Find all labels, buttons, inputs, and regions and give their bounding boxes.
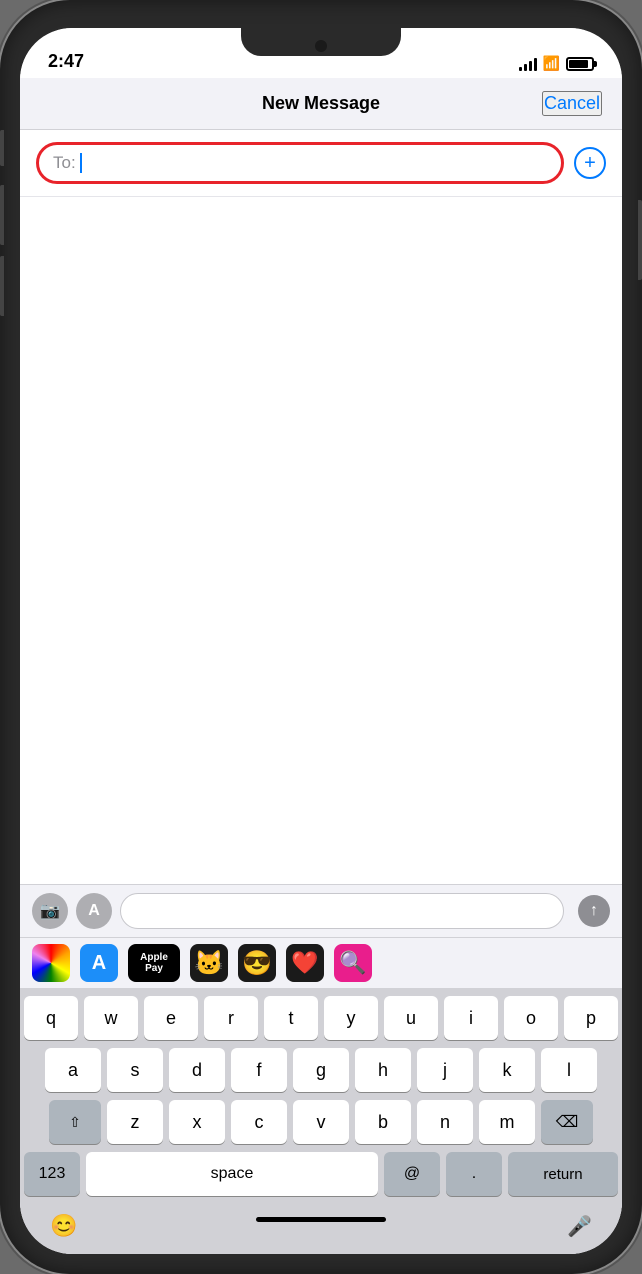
key-i[interactable]: i bbox=[444, 996, 498, 1040]
phone-screen: 2:47 📶 New Message Cancel T bbox=[20, 28, 622, 1254]
memoji2-app-icon[interactable]: 😎 bbox=[238, 944, 276, 982]
space-key[interactable]: space bbox=[86, 1152, 378, 1196]
key-x[interactable]: x bbox=[169, 1100, 225, 1144]
key-row-1: q w e r t y u i o p bbox=[24, 996, 618, 1040]
shift-key[interactable]: ⇧ bbox=[49, 1100, 101, 1144]
bottom-bar: 😊 🎤 bbox=[20, 1208, 622, 1254]
notch bbox=[241, 28, 401, 56]
key-j[interactable]: j bbox=[417, 1048, 473, 1092]
volume-up-button[interactable] bbox=[0, 185, 4, 245]
toolbar-top: 📷 A ↑ bbox=[20, 885, 622, 937]
phone-frame: 2:47 📶 New Message Cancel T bbox=[0, 0, 642, 1274]
nav-title: New Message bbox=[262, 93, 380, 114]
send-icon: ↑ bbox=[590, 902, 598, 920]
to-field-container: To: + bbox=[20, 130, 622, 197]
appstore-icon: A bbox=[88, 902, 100, 920]
key-r[interactable]: r bbox=[204, 996, 258, 1040]
key-row-2: a s d f g h j k l bbox=[24, 1048, 618, 1092]
emoji-button[interactable]: 😊 bbox=[50, 1213, 77, 1239]
keyboard: q w e r t y u i o p a s d f g bbox=[20, 988, 622, 1208]
cancel-button[interactable]: Cancel bbox=[542, 91, 602, 116]
to-input-wrapper[interactable]: To: bbox=[36, 142, 564, 184]
key-c[interactable]: c bbox=[231, 1100, 287, 1144]
key-b[interactable]: b bbox=[355, 1100, 411, 1144]
nav-bar: New Message Cancel bbox=[20, 78, 622, 130]
key-n[interactable]: n bbox=[417, 1100, 473, 1144]
appstore-app-icon[interactable]: A bbox=[80, 944, 118, 982]
volume-down-button[interactable] bbox=[0, 256, 4, 316]
return-key[interactable]: return bbox=[508, 1152, 618, 1196]
wifi-icon: 📶 bbox=[543, 55, 560, 72]
key-v[interactable]: v bbox=[293, 1100, 349, 1144]
battery-icon bbox=[566, 57, 594, 71]
plus-icon: + bbox=[584, 152, 596, 175]
key-e[interactable]: e bbox=[144, 996, 198, 1040]
mute-button[interactable] bbox=[0, 130, 4, 166]
applepay-label: Apple Pay bbox=[132, 952, 176, 974]
mic-button[interactable]: 🎤 bbox=[567, 1214, 592, 1239]
home-indicator[interactable] bbox=[256, 1217, 386, 1222]
status-time: 2:47 bbox=[48, 51, 84, 72]
memoji1-app-icon[interactable]: 🐱 bbox=[190, 944, 228, 982]
send-button[interactable]: ↑ bbox=[578, 895, 610, 927]
key-k[interactable]: k bbox=[479, 1048, 535, 1092]
add-contact-button[interactable]: + bbox=[574, 147, 606, 179]
key-g[interactable]: g bbox=[293, 1048, 349, 1092]
hearts-app-icon[interactable]: ❤️ bbox=[286, 944, 324, 982]
key-h[interactable]: h bbox=[355, 1048, 411, 1092]
camera-button[interactable]: 📷 bbox=[32, 893, 68, 929]
message-input[interactable] bbox=[120, 893, 564, 929]
power-button[interactable] bbox=[638, 200, 642, 280]
message-area[interactable] bbox=[20, 197, 622, 884]
key-t[interactable]: t bbox=[264, 996, 318, 1040]
photos-app-icon[interactable] bbox=[32, 944, 70, 982]
key-w[interactable]: w bbox=[84, 996, 138, 1040]
key-row-3: ⇧ z x c v b n m ⌫ bbox=[24, 1100, 618, 1144]
imessage-toolbar: 📷 A ↑ A App bbox=[20, 884, 622, 1254]
appstore-button[interactable]: A bbox=[76, 893, 112, 929]
text-cursor bbox=[80, 153, 82, 173]
to-label: To: bbox=[53, 153, 76, 173]
app-strip: A Apple Pay 🐱 😎 ❤️ bbox=[20, 937, 622, 988]
key-d[interactable]: d bbox=[169, 1048, 225, 1092]
camera-dot bbox=[315, 40, 327, 52]
camera-icon: 📷 bbox=[40, 901, 60, 921]
search-app-icon[interactable]: 🔍 bbox=[334, 944, 372, 982]
numbers-key[interactable]: 123 bbox=[24, 1152, 80, 1196]
key-s[interactable]: s bbox=[107, 1048, 163, 1092]
key-a[interactable]: a bbox=[45, 1048, 101, 1092]
key-y[interactable]: y bbox=[324, 996, 378, 1040]
key-f[interactable]: f bbox=[231, 1048, 287, 1092]
key-m[interactable]: m bbox=[479, 1100, 535, 1144]
status-icons: 📶 bbox=[519, 55, 594, 72]
key-p[interactable]: p bbox=[564, 996, 618, 1040]
key-u[interactable]: u bbox=[384, 996, 438, 1040]
key-q[interactable]: q bbox=[24, 996, 78, 1040]
backspace-key[interactable]: ⌫ bbox=[541, 1100, 593, 1144]
key-z[interactable]: z bbox=[107, 1100, 163, 1144]
key-o[interactable]: o bbox=[504, 996, 558, 1040]
at-key[interactable]: @ bbox=[384, 1152, 440, 1196]
key-row-4: 123 space @ . return bbox=[24, 1152, 618, 1196]
key-l[interactable]: l bbox=[541, 1048, 597, 1092]
period-key[interactable]: . bbox=[446, 1152, 502, 1196]
applepay-app-icon[interactable]: Apple Pay bbox=[128, 944, 180, 982]
signal-icon bbox=[519, 57, 537, 71]
